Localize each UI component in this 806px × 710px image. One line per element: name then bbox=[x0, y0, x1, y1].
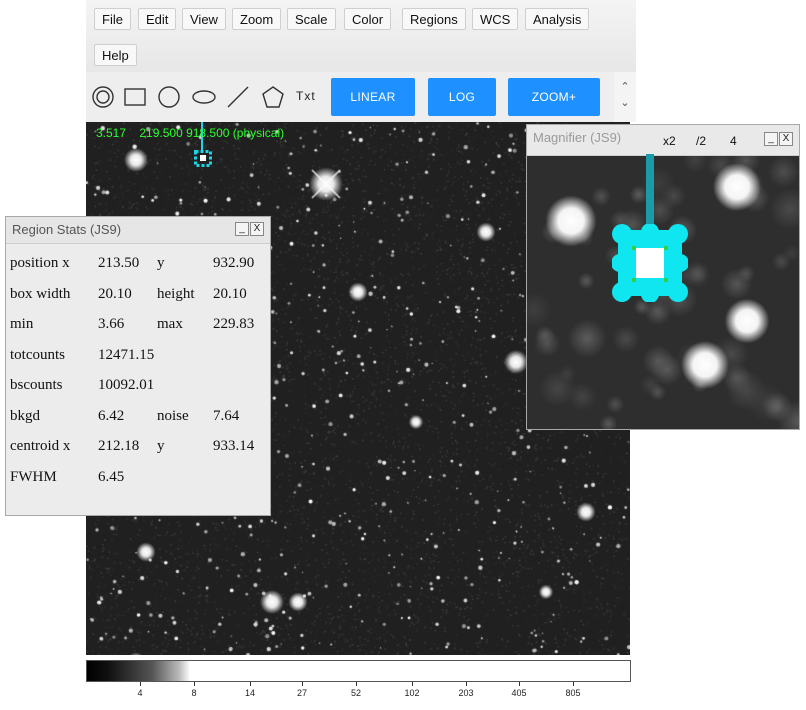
zoom-in-button[interactable]: ZOOM+ bbox=[508, 78, 600, 116]
stat-value: 20.10 bbox=[98, 285, 132, 302]
colorbar-tick bbox=[412, 682, 413, 686]
close-button[interactable]: X bbox=[250, 222, 264, 236]
magnifier-titlebar[interactable]: Magnifier (JS9) x2 /2 4 _ X bbox=[527, 125, 799, 156]
region-stats-window: Region Stats (JS9) _ X position x 213.50 y… bbox=[5, 216, 271, 516]
pixel-coordinate-readout: 3.517 219.500 918.500 (physical) bbox=[96, 126, 285, 140]
menu-regions[interactable]: Regions bbox=[402, 8, 466, 30]
colorbar[interactable] bbox=[86, 660, 631, 682]
colorbar-tick bbox=[140, 682, 141, 686]
colorbar-tick bbox=[250, 682, 251, 686]
colorbar-tick-label: 102 bbox=[404, 688, 420, 698]
stat-value: 213.50 bbox=[98, 255, 140, 271]
annulus-icon[interactable] bbox=[92, 86, 114, 108]
colorbar-tick-label: 805 bbox=[565, 688, 581, 698]
minimize-button[interactable]: _ bbox=[235, 222, 249, 236]
stat-label: totcounts bbox=[10, 346, 65, 363]
stat-label: min bbox=[10, 316, 34, 332]
log-button[interactable]: LOG bbox=[428, 78, 496, 116]
colorbar-tick bbox=[194, 682, 195, 686]
colorbar-tick bbox=[302, 682, 303, 686]
magnifier-minimize-button[interactable]: _ bbox=[764, 132, 778, 146]
menu-file[interactable]: File bbox=[94, 8, 131, 30]
stat-value: 3.66 bbox=[98, 316, 125, 332]
stat-value: 10092.01 bbox=[98, 377, 155, 393]
colorbar-tick-label: 27 bbox=[296, 688, 308, 698]
magnifier-region-connector bbox=[646, 154, 654, 230]
colorbar-tick bbox=[519, 682, 520, 686]
colorbar-tick-label: 14 bbox=[244, 688, 256, 698]
magnifier-zoom-in-button[interactable]: x2 bbox=[663, 134, 676, 148]
menu-edit[interactable]: Edit bbox=[138, 8, 177, 30]
magnifier-close-button[interactable]: X bbox=[779, 132, 793, 146]
stat-label: noise bbox=[157, 407, 189, 424]
colorbar-tick-label: 203 bbox=[458, 688, 474, 698]
region-stats-titlebar[interactable]: Region Stats (JS9) _ X bbox=[6, 217, 270, 244]
menu-zoom[interactable]: Zoom bbox=[232, 8, 282, 30]
stat-value: 933.14 bbox=[213, 438, 255, 454]
stat-value: 6.42 bbox=[98, 407, 125, 424]
colorbar-tick-label: 4 bbox=[137, 688, 143, 698]
stat-label: height bbox=[157, 285, 195, 302]
stat-label: centroid x bbox=[10, 438, 71, 454]
magnified-region-marker bbox=[612, 224, 688, 302]
line-icon[interactable] bbox=[227, 86, 249, 108]
magnifier-window-controls: _ X bbox=[763, 132, 793, 146]
colorbar-tick-label: 8 bbox=[191, 688, 197, 698]
magnifier-zoom-out-button[interactable]: /2 bbox=[696, 134, 706, 148]
menu-wcs[interactable]: WCS bbox=[472, 8, 519, 30]
region-toolbar: Txt LINEAR LOG ZOOM+ bbox=[86, 72, 614, 122]
stat-value: 212.18 bbox=[98, 438, 140, 454]
stat-label: bkgd bbox=[10, 407, 40, 424]
stat-value: 7.64 bbox=[213, 407, 240, 424]
menu-help[interactable]: Help bbox=[94, 44, 137, 66]
stat-label: position x bbox=[10, 255, 70, 271]
menu-view[interactable]: View bbox=[182, 8, 226, 30]
menu-color[interactable]: Color bbox=[344, 8, 392, 30]
scroll-up-icon[interactable]: ⌃ bbox=[619, 80, 631, 93]
stat-label: y bbox=[157, 255, 165, 271]
magnifier-zoom-value[interactable]: 4 bbox=[730, 134, 737, 148]
stat-value: 20.10 bbox=[213, 285, 247, 302]
menu-bar: File Edit View Zoom Scale Color Regions … bbox=[86, 0, 636, 72]
stat-value: 932.90 bbox=[213, 255, 255, 271]
stat-value: 12471.15 bbox=[98, 346, 155, 363]
menu-scale[interactable]: Scale bbox=[287, 8, 336, 30]
region-stats-title: Region Stats (JS9) bbox=[12, 222, 122, 237]
window-controls: _ X bbox=[234, 222, 264, 236]
colorbar-tick-label: 52 bbox=[350, 688, 362, 698]
stat-value: 229.83 bbox=[213, 316, 255, 332]
linear-button[interactable]: LINEAR bbox=[331, 78, 415, 116]
stat-label: max bbox=[157, 316, 183, 332]
toolbar-scrollbar[interactable]: ⌃ ⌄ bbox=[614, 72, 636, 122]
ellipse-icon[interactable] bbox=[192, 90, 216, 104]
colorbar-tick bbox=[466, 682, 467, 686]
box-region-marker[interactable] bbox=[194, 150, 212, 167]
scroll-down-icon[interactable]: ⌄ bbox=[619, 96, 631, 109]
stat-value: 6.45 bbox=[98, 468, 125, 485]
colorbar-tick bbox=[356, 682, 357, 686]
stat-label: box width bbox=[10, 285, 71, 302]
colorbar-tick bbox=[573, 682, 574, 686]
stat-label: y bbox=[157, 438, 165, 454]
colorbar-tick-label: 405 bbox=[511, 688, 527, 698]
menu-analysis[interactable]: Analysis bbox=[525, 8, 590, 30]
text-tool[interactable]: Txt bbox=[296, 89, 316, 103]
magnifier-title: Magnifier (JS9) bbox=[533, 130, 622, 145]
stat-label: bscounts bbox=[10, 377, 63, 393]
circle-icon[interactable] bbox=[158, 86, 180, 108]
box-icon[interactable] bbox=[124, 88, 146, 106]
polygon-icon[interactable] bbox=[262, 86, 284, 108]
stat-label: FWHM bbox=[10, 468, 57, 485]
